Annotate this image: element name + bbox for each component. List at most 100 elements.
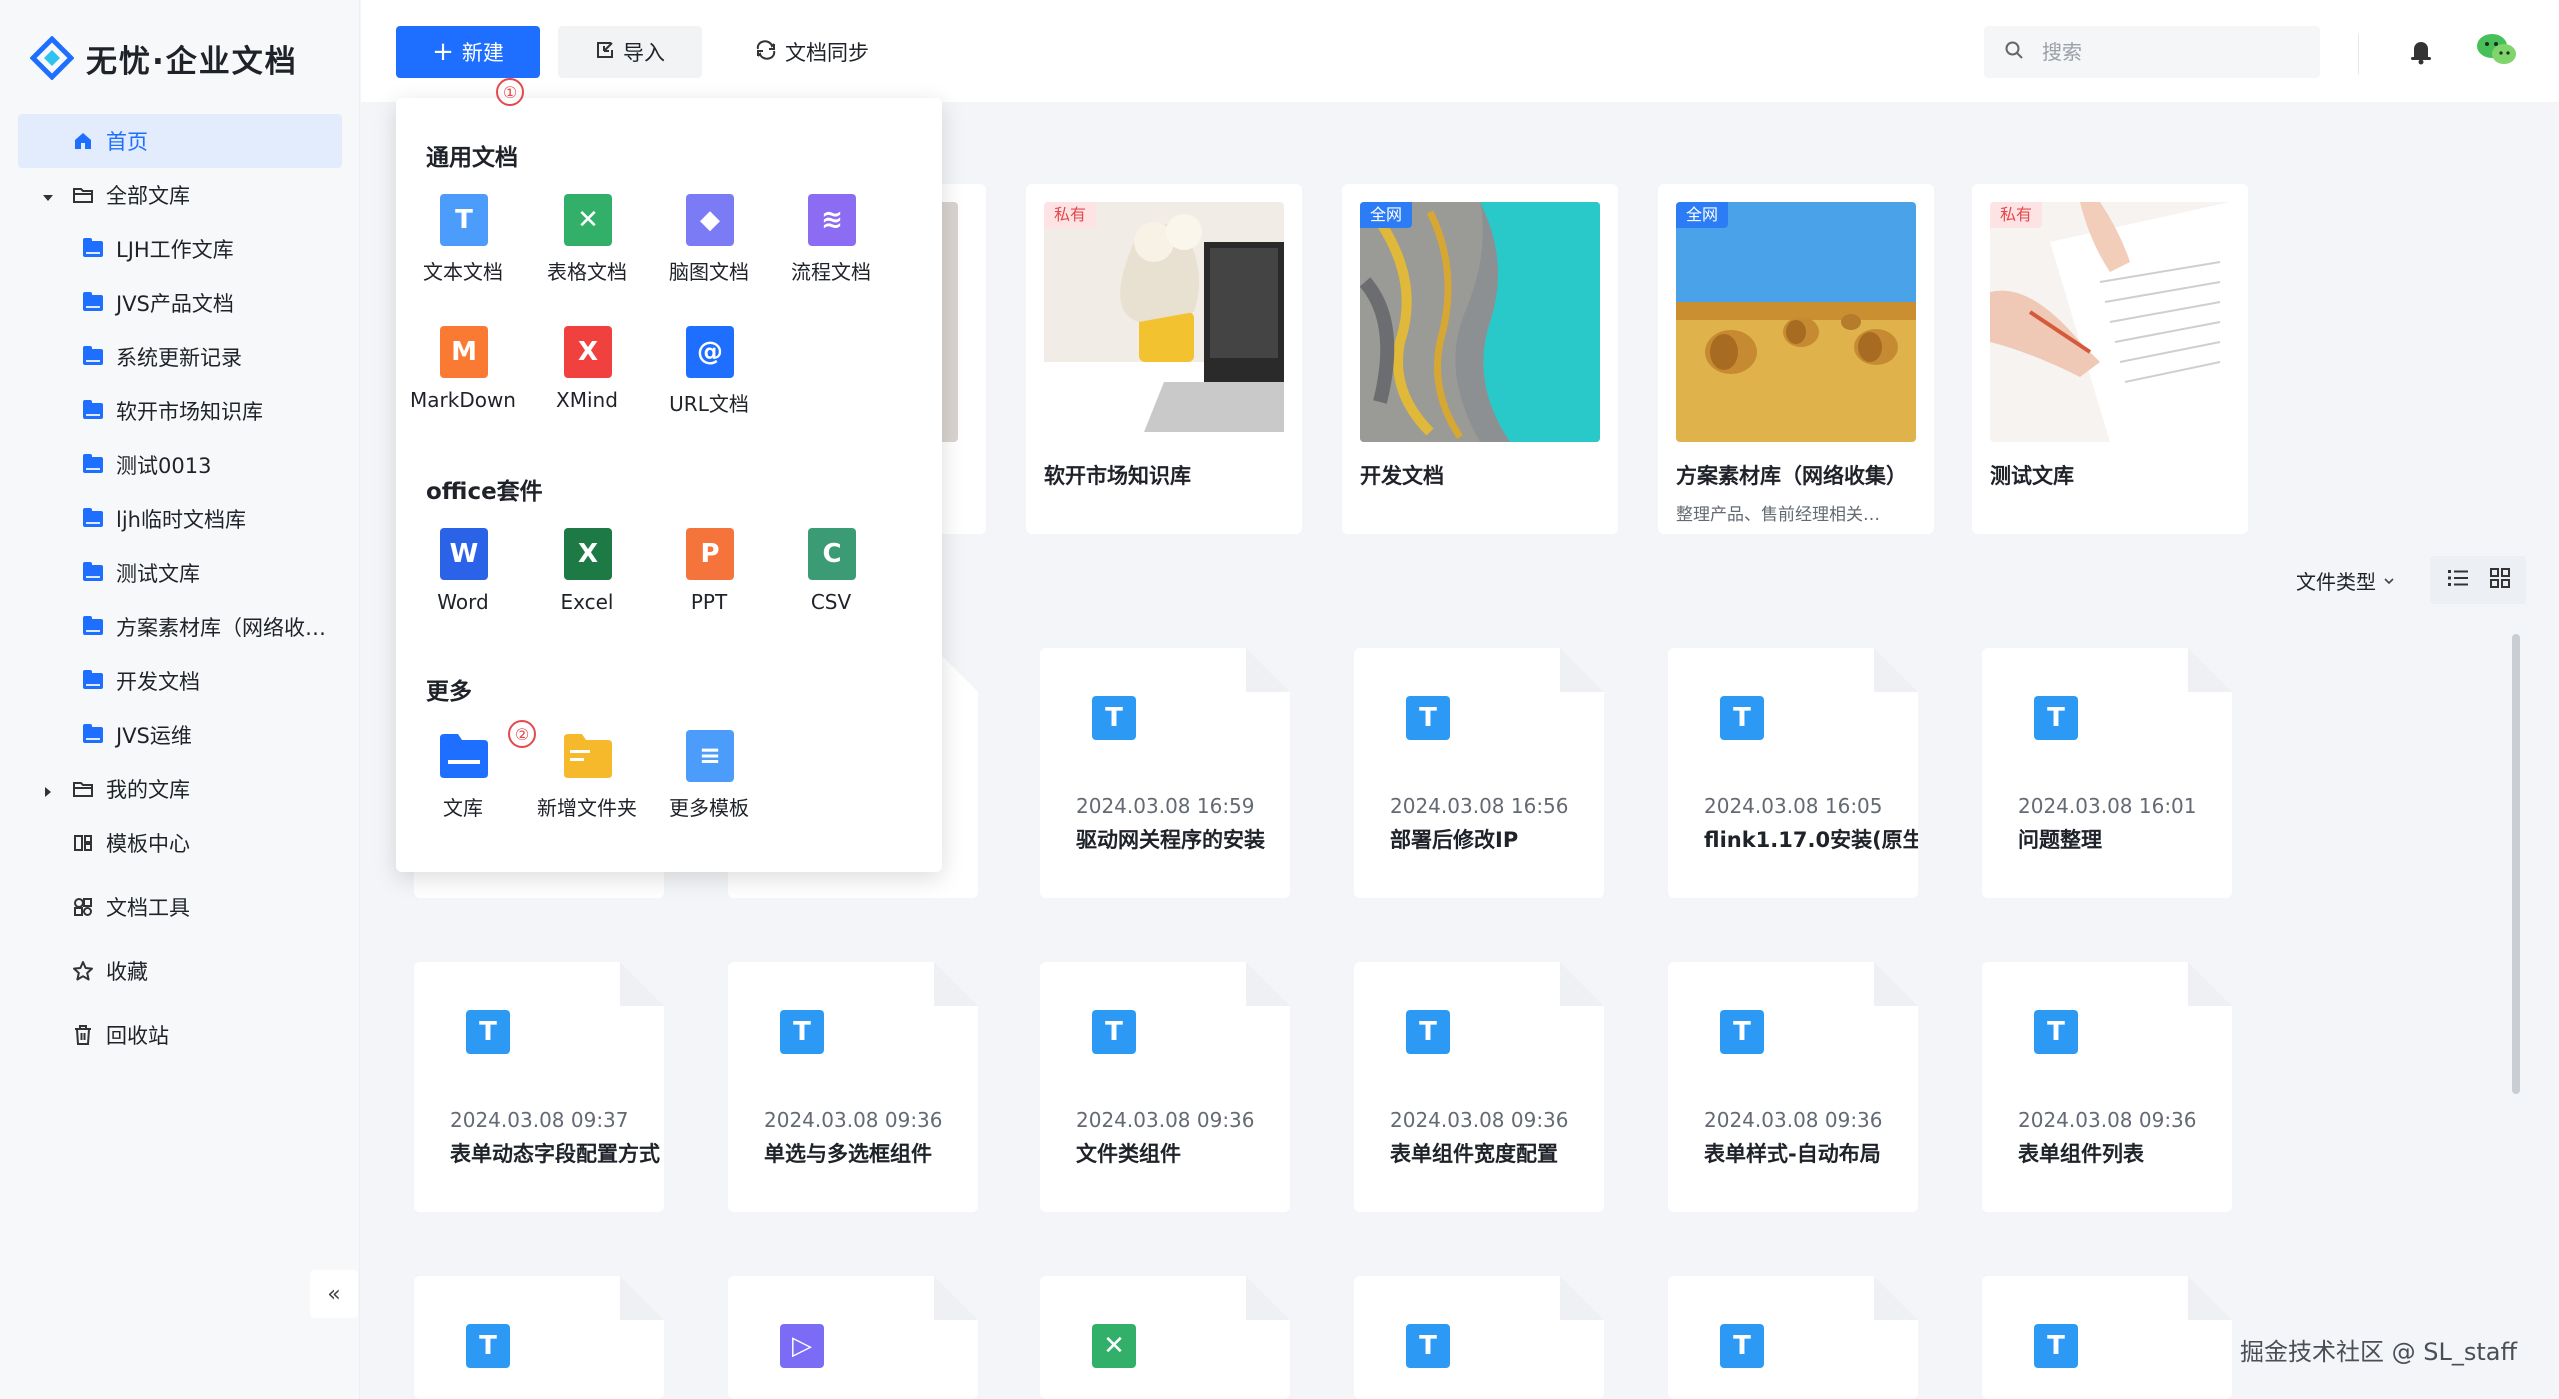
dropdown-item-office-1[interactable]: X Excel [532,528,642,638]
doc-sync-button[interactable]: 文档同步 [722,26,902,78]
doc-card[interactable]: ✕ [1040,1276,1290,1399]
dropdown-item-general-4[interactable]: M MarkDown [408,326,518,436]
folder-outline-icon [72,778,94,800]
folder-icon [82,616,104,638]
dropdown-item-icon: X [564,326,612,378]
new-button[interactable]: + 新建 [396,26,540,78]
dropdown-item-label: 文库 [443,796,483,820]
sidebar-library-item[interactable]: 测试文库 [0,546,360,600]
doc-card[interactable]: T 2024.03.08 09:36 表单组件列表 [1982,962,2232,1212]
grid-view-icon[interactable] [2489,567,2511,593]
dropdown-item-icon: P [686,528,734,580]
sidebar-item-template-center[interactable]: 模板中心 [0,816,360,870]
doc-card[interactable]: T 2024.03.08 16:59 驱动网关程序的安装 [1040,648,1290,898]
doc-card[interactable]: T 2024.03.08 16:56 部署后修改IP [1354,648,1604,898]
doc-card[interactable]: ▷ [728,1276,978,1399]
dropdown-item-more-0[interactable]: 文库 [408,730,518,840]
text-doc-icon: T [780,1010,824,1054]
user-avatar[interactable] [2474,26,2520,72]
private-tag: 私有 [1990,202,2043,228]
annotation-marker-1: ① [496,78,524,106]
sidebar-library-item[interactable]: 方案素材库（网络收… [0,600,360,654]
text-doc-icon: T [1720,696,1764,740]
sidebar-library-label: 系统更新记录 [116,346,242,370]
sidebar-item-recycle[interactable]: 回收站 [0,1008,360,1062]
doc-updated-time: 2024.03.08 16:56 [1390,794,1569,818]
sidebar-item-home[interactable]: 首页 [18,114,342,168]
text-doc-icon: T [466,1010,510,1054]
sidebar-library-item[interactable]: JVS运维 [0,708,360,762]
caret-right-icon[interactable] [40,781,56,797]
sidebar-library-item[interactable]: 系统更新记录 [0,330,360,384]
dropdown-item-office-0[interactable]: W Word [408,528,518,638]
view-toggle [2430,556,2526,604]
app-logo[interactable]: 无忧·企业文档 [29,32,298,84]
doc-card[interactable]: T 2024.03.08 09:36 表单样式-自动布局 [1668,962,1918,1212]
sidebar-item-all-libraries[interactable]: 全部文库 [0,168,360,222]
list-view-icon[interactable] [2446,567,2470,593]
sidebar-library-item[interactable]: JVS产品文档 [0,276,360,330]
doc-card[interactable]: T [1668,1276,1918,1399]
office-suite-heading: office套件 [426,479,543,505]
doc-card[interactable]: T [1354,1276,1604,1399]
dropdown-item-more-2[interactable]: ≡ 更多模板 [654,730,764,840]
doc-card[interactable]: T 2024.03.08 09:36 表单组件宽度配置 [1354,962,1604,1212]
library-card[interactable]: 私有 软开市场知识库 [1026,184,1302,534]
doc-card[interactable]: T [414,1276,664,1399]
sidebar-item-my-library[interactable]: 我的文库 [0,762,360,816]
dropdown-item-icon: ✕ [564,194,612,246]
folder-icon [82,346,104,368]
file-type-filter[interactable]: 文件类型 [2296,566,2396,595]
dropdown-item-label: 脑图文档 [669,260,749,284]
folder-icon [82,454,104,476]
sidebar-library-item[interactable]: 软开市场知识库 [0,384,360,438]
logo-icon [29,35,75,81]
plus-icon: + [432,37,454,67]
sidebar-item-doc-tools[interactable]: 文档工具 [0,880,360,934]
dropdown-item-general-3[interactable]: ≋ 流程文档 [776,194,886,304]
library-card[interactable]: 全网 开发文档 [1342,184,1618,534]
dropdown-item-office-2[interactable]: P PPT [654,528,764,638]
search-input[interactable] [2042,40,2302,64]
doc-card[interactable]: T 2024.03.08 09:36 单选与多选框组件 [728,962,978,1212]
dropdown-item-more-1[interactable]: 新增文件夹 [532,730,642,840]
dropdown-item-general-5[interactable]: X XMind [532,326,642,436]
import-button[interactable]: 导入 [558,26,702,78]
dropdown-item-office-3[interactable]: C CSV [776,528,886,638]
doc-card[interactable]: T [1982,1276,2232,1399]
dropdown-item-general-2[interactable]: ◆ 脑图文档 [654,194,764,304]
doc-title: 问题整理 [2018,828,2102,852]
sidebar-library-item[interactable]: 开发文档 [0,654,360,708]
dropdown-item-general-6[interactable]: @ URL文档 [654,326,764,436]
library-card[interactable]: 私有 测试文库 [1972,184,2248,534]
dropdown-item-label: 新增文件夹 [537,796,637,820]
dropdown-item-label: URL文档 [669,392,749,416]
doc-updated-time: 2024.03.08 09:36 [1076,1108,1255,1132]
sidebar-item-favorites[interactable]: 收藏 [0,944,360,998]
flow-doc-icon: ▷ [780,1324,824,1368]
dropdown-item-icon: ◆ [686,194,734,246]
new-document-dropdown: 通用文档 T 文本文档 ✕ 表格文档 ◆ 脑图文档 ≋ 流程文档 M MarkDown X XMind… [396,98,942,872]
folder-icon [82,292,104,314]
doc-updated-time: 2024.03.08 09:36 [1390,1108,1569,1132]
bell-icon[interactable] [2406,36,2436,66]
collapse-sidebar-button[interactable]: « [310,1270,358,1318]
sidebar-library-item[interactable]: 测试0013 [0,438,360,492]
doc-card[interactable]: T 2024.03.08 16:01 问题整理 [1982,648,2232,898]
doc-sync-label: 文档同步 [785,41,869,65]
dropdown-item-general-1[interactable]: ✕ 表格文档 [532,194,642,304]
sidebar-library-item[interactable]: ljh临时文档库 [0,492,360,546]
doc-card[interactable]: T 2024.03.08 09:37 表单动态字段配置方式 [414,962,664,1212]
main-scrollbar[interactable] [2512,634,2520,1094]
dropdown-item-icon: T [440,194,488,246]
library-card[interactable]: 全网 方案素材库（网络收集） 整理产品、售前经理相关… [1658,184,1934,534]
sidebar-library-item[interactable]: LJH工作文库 [0,222,360,276]
folder-icon [82,562,104,584]
doc-card[interactable]: T 2024.03.08 09:36 文件类组件 [1040,962,1290,1212]
dropdown-item-general-0[interactable]: T 文本文档 [408,194,518,304]
search-box[interactable] [1984,26,2320,78]
general-docs-heading: 通用文档 [426,145,518,171]
doc-card[interactable]: T 2024.03.08 16:05 flink1.17.0安装(原生) [1668,648,1918,898]
sidebar-library-label: 软开市场知识库 [116,400,263,424]
caret-down-icon[interactable] [40,187,56,203]
